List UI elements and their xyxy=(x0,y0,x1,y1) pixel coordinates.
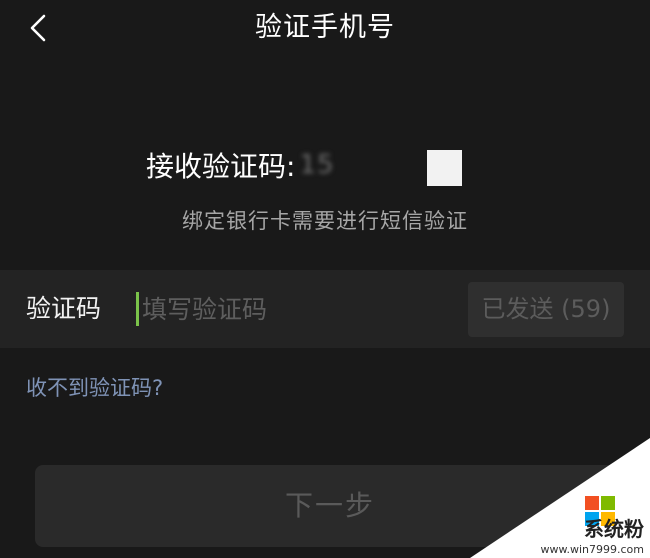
page-title: 验证手机号 xyxy=(255,12,395,43)
text-caret xyxy=(136,292,139,326)
receive-code-row: 接收验证码: 15 xyxy=(146,142,335,188)
receive-code-label: 接收验证码: xyxy=(146,150,296,183)
sms-verify-hint: 绑定银行卡需要进行短信验证 xyxy=(182,209,468,233)
phone-mask-box xyxy=(427,150,462,186)
no-code-link[interactable]: 收不到验证码? xyxy=(26,372,163,402)
verification-code-input[interactable] xyxy=(142,284,442,334)
verification-code-label: 验证码 xyxy=(26,294,102,323)
watermark-url: www.win7999.com xyxy=(540,543,645,556)
resend-code-button[interactable]: 已发送 (59) xyxy=(468,282,624,337)
watermark-text: 系统粉 xyxy=(584,517,644,541)
top-bar: 验证手机号 xyxy=(0,0,650,56)
phone-number-masked: 15 xyxy=(299,150,335,180)
site-watermark: 系统粉 www.win7999.com xyxy=(470,438,650,558)
